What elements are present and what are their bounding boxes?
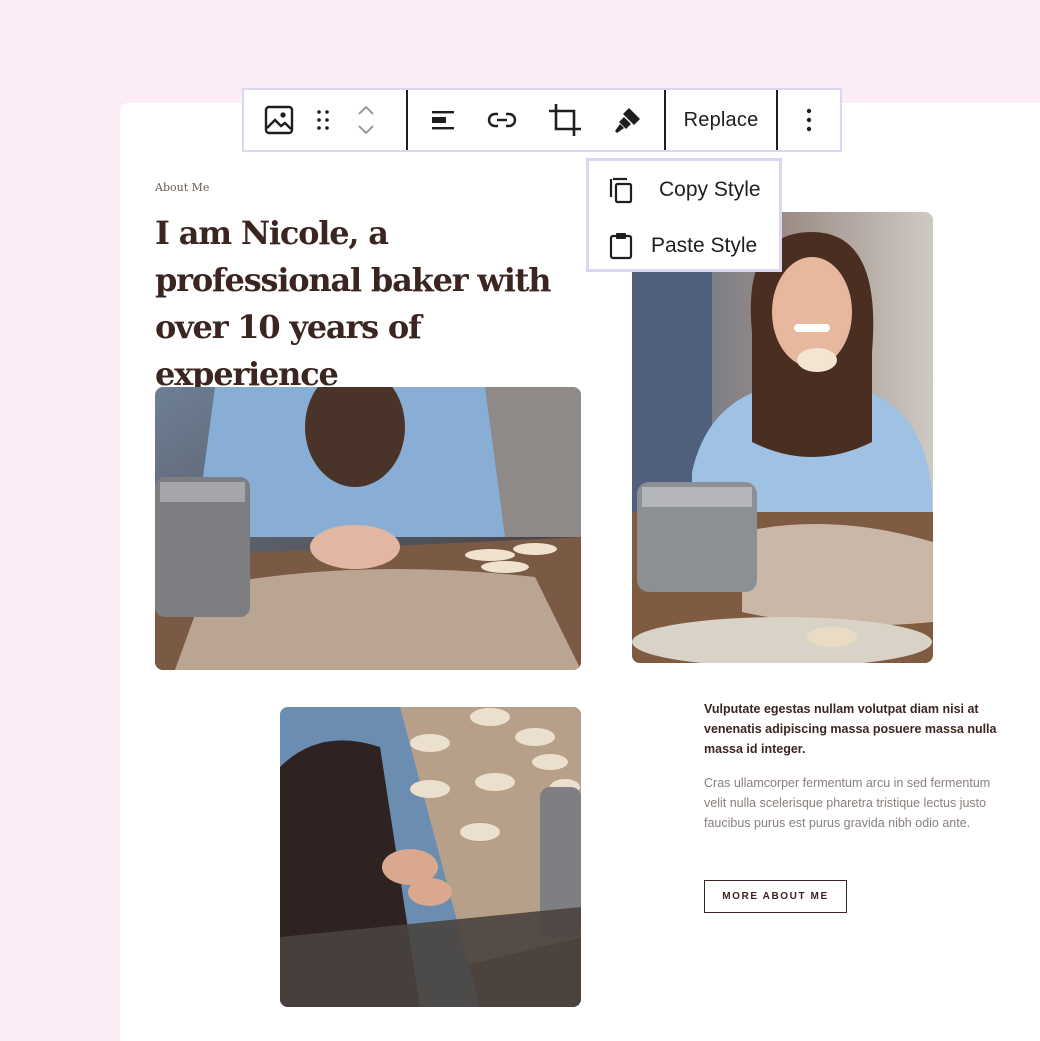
toolbar-group-tools	[408, 90, 664, 150]
toolbar-group-block	[244, 90, 406, 150]
align-icon[interactable]	[429, 90, 457, 150]
clipboard-icon	[609, 233, 633, 260]
intro-lead-text: Vulputate egestas nullam volutpat diam n…	[704, 702, 997, 756]
move-up-icon[interactable]	[356, 104, 376, 116]
block-toolbar: Replace	[242, 88, 842, 152]
paste-style-item[interactable]: Paste Style	[607, 231, 757, 261]
move-controls	[356, 104, 376, 136]
baker-photo-1[interactable]	[155, 387, 581, 670]
toolbar-group-replace: Replace	[666, 90, 776, 150]
replace-button[interactable]: Replace	[684, 90, 759, 150]
drag-handle-icon[interactable]	[298, 90, 348, 150]
page-headline: I am Nicole, a professional baker with o…	[155, 214, 552, 393]
copy-icon	[609, 177, 633, 204]
paste-style-label: Paste Style	[651, 234, 758, 257]
image-icon[interactable]	[260, 90, 298, 150]
more-options-icon[interactable]	[805, 90, 813, 150]
more-about-me-button[interactable]: MORE ABOUT ME	[704, 880, 847, 913]
baker-photo-3[interactable]	[280, 707, 581, 1007]
toolbar-group-more	[778, 90, 840, 150]
eyebrow-label: About Me	[155, 181, 210, 194]
style-menu: Copy Style Paste Style	[586, 158, 782, 272]
move-down-icon[interactable]	[356, 124, 376, 136]
copy-style-item[interactable]: Copy Style	[607, 175, 761, 205]
intro-body-text: Cras ullamcorper fermentum arcu in sed f…	[704, 776, 991, 830]
crop-icon[interactable]	[547, 90, 583, 150]
baker-photo-2[interactable]	[632, 212, 933, 663]
copy-style-label: Copy Style	[659, 178, 761, 201]
paint-brush-icon[interactable]	[612, 90, 644, 150]
link-icon[interactable]	[486, 90, 518, 150]
